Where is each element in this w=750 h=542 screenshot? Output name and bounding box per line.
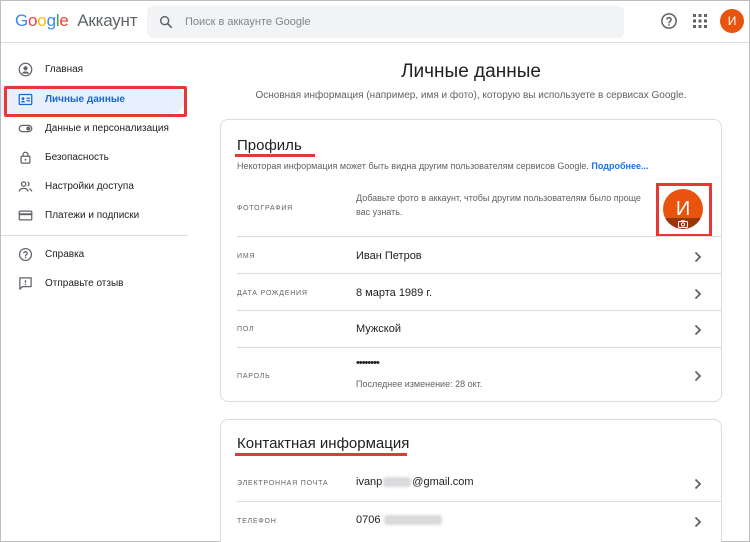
google-account-logo[interactable]: Google Аккаунт: [15, 11, 138, 31]
email-value: ivanp @gmail.com: [356, 476, 474, 488]
sidebar-item-label: Справка: [45, 249, 85, 260]
birthday-value: 8 марта 1989 г.: [356, 287, 433, 299]
credit-card-icon: [18, 210, 33, 221]
camera-band: [663, 218, 703, 229]
profile-card: Профиль Некоторая информация может быть …: [220, 119, 722, 402]
sidebar-item-label: Настройки доступа: [45, 181, 134, 192]
sidebar-item-home[interactable]: Главная: [1, 55, 185, 84]
profile-card-title: Профиль: [237, 137, 302, 154]
photo-label: Фотография: [237, 205, 294, 212]
phone-prefix: 0706: [356, 514, 381, 526]
help-icon: [18, 247, 33, 262]
lock-icon: [20, 151, 31, 164]
highlight-outline: [4, 86, 187, 117]
camera-icon: [678, 220, 688, 228]
photo-row[interactable]: Фотография Добавьте фото в аккаунт, чтоб…: [221, 179, 721, 237]
email-row[interactable]: Электронная почта ivanp @gmail.com: [221, 464, 721, 502]
sidebar-divider: [1, 235, 188, 236]
sidebar-item-sharing[interactable]: Настройки доступа: [1, 172, 185, 201]
logo-letter: e: [59, 11, 69, 30]
birthday-label: Дата рождения: [237, 290, 308, 297]
logo-letter: g: [46, 11, 56, 30]
sidebar-item-security[interactable]: Безопасность: [1, 143, 185, 172]
contact-card-title: Контактная информация: [237, 435, 410, 452]
chevron-right-icon: [694, 324, 702, 336]
birthday-row[interactable]: Дата рождения 8 марта 1989 г.: [221, 274, 721, 311]
sidebar-item-label: Отправьте отзыв: [45, 278, 124, 289]
email-prefix: ivanp: [356, 476, 383, 488]
toggle-icon: [18, 124, 33, 133]
sidebar-item-data-personalization[interactable]: Данные и персонализация: [1, 114, 185, 143]
people-icon: [18, 181, 33, 192]
password-label: Пароль: [237, 373, 271, 380]
profile-photo-avatar[interactable]: И: [663, 189, 703, 229]
search-input[interactable]: [185, 6, 605, 38]
contact-card: Контактная информация Электронная почта …: [220, 419, 722, 542]
help-icon[interactable]: [660, 12, 678, 30]
chevron-right-icon: [694, 288, 702, 300]
gender-label: Пол: [237, 326, 255, 333]
app-header: Google Аккаунт И: [1, 1, 749, 43]
chevron-right-icon: [694, 516, 702, 528]
chevron-right-icon: [694, 251, 702, 263]
page-title: Личные данные: [401, 61, 541, 82]
sidebar-item-label: Платежи и подписки: [45, 210, 140, 221]
avatar-letter: И: [675, 198, 691, 220]
sidebar-item-label: Безопасность: [45, 152, 109, 163]
logo-letter: G: [15, 11, 29, 30]
product-name: Аккаунт: [77, 11, 138, 30]
redacted-blur: [383, 477, 412, 488]
name-label: Имя: [237, 253, 256, 260]
chevron-right-icon: [694, 478, 702, 490]
phone-value: 0706: [356, 514, 443, 526]
title-underline: [235, 154, 315, 157]
sidebar-item-feedback[interactable]: Отправьте отзыв: [1, 269, 185, 298]
profile-description: Некоторая информация может быть видна др…: [237, 161, 649, 171]
redacted-blur: [384, 515, 443, 526]
sidebar-item-label: Данные и персонализация: [45, 123, 169, 134]
account-circle-icon: [18, 62, 33, 77]
page-subtitle: Основная информация (например, имя и фот…: [255, 90, 687, 101]
logo-letter: o: [28, 11, 38, 30]
email-label: Электронная почта: [237, 480, 329, 487]
apps-grid-icon[interactable]: [693, 14, 707, 28]
gender-value: Мужской: [356, 323, 401, 335]
phone-row[interactable]: Телефон 0706: [221, 502, 721, 540]
learn-more-link[interactable]: Подробнее...: [591, 161, 648, 171]
title-underline: [235, 453, 407, 456]
sidebar-item-help[interactable]: Справка: [1, 240, 185, 269]
search-icon: [159, 15, 173, 29]
gender-row[interactable]: Пол Мужской: [221, 311, 721, 348]
sidebar-item-payments[interactable]: Платежи и подписки: [1, 201, 185, 230]
chevron-right-icon: [694, 370, 702, 382]
name-row[interactable]: Имя Иван Петров: [221, 237, 721, 274]
password-changed: Последнее изменение: 28 окт.: [356, 379, 483, 389]
profile-description-text: Некоторая информация может быть видна др…: [237, 161, 589, 171]
account-avatar[interactable]: И: [720, 9, 744, 33]
search-box[interactable]: [147, 6, 624, 38]
photo-hint: Добавьте фото в аккаунт, чтобы другим по…: [356, 193, 641, 217]
feedback-icon: [19, 277, 32, 290]
password-row[interactable]: Пароль •••••••• Последнее изменение: 28 …: [221, 348, 721, 402]
logo-letter: o: [37, 11, 47, 30]
phone-label: Телефон: [237, 518, 277, 525]
sidebar-nav: Главная Личные данные Данные и персонали…: [1, 44, 191, 542]
name-value: Иван Петров: [356, 250, 422, 262]
sidebar-item-label: Главная: [45, 64, 84, 75]
password-value: ••••••••: [356, 357, 380, 369]
email-suffix: @gmail.com: [412, 476, 474, 488]
